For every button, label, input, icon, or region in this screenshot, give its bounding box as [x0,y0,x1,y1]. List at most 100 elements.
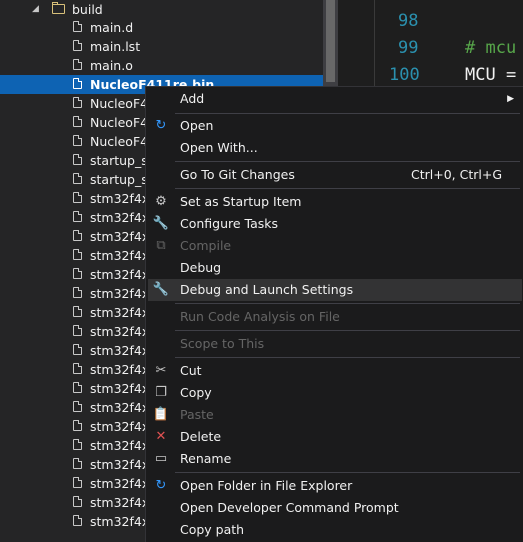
menu-item-copy-path[interactable]: Copy path [148,519,522,541]
open-arrow-icon: ↻ [155,478,167,493]
tree-folder-build[interactable]: ◢ build [0,0,323,19]
menu-label: Copy [180,385,212,400]
compile-icon: ⧉ [156,238,166,253]
menu-item-copy[interactable]: ❐ Copy [148,382,522,404]
menu-label: Open Folder in File Explorer [180,478,353,493]
menu-separator [175,357,520,358]
file-icon [73,420,82,431]
file-icon [73,515,82,526]
file-label: stm32f4x [90,286,150,301]
menu-item-debug-launch-settings[interactable]: 🔧 Debug and Launch Settings [148,279,522,301]
menu-item-scope-to-this[interactable]: Scope to This [148,333,522,355]
menu-label: Debug and Launch Settings [180,282,354,297]
menu-item-open-with[interactable]: Open With... [148,137,522,159]
menu-item-code-analysis[interactable]: Run Code Analysis on File [148,306,522,328]
code-line[interactable]: 100 MCU = [338,62,523,88]
menu-label: Paste [180,407,214,422]
wrench-icon: 🔧 [152,216,170,231]
menu-separator [175,303,520,304]
file-icon [73,230,82,241]
file-label: stm32f4x [90,476,150,491]
file-icon [73,382,82,393]
menu-label: Open [180,118,214,133]
file-label: stm32f4x [90,248,150,263]
file-icon [73,249,82,260]
file-label: stm32f4x [90,495,150,510]
line-number: 100 [389,65,420,85]
file-label: stm32f4x [90,191,150,206]
file-label: stm32f4x [90,514,150,529]
open-arrow-icon: ↻ [155,118,167,133]
file-icon [73,135,82,146]
file-icon [73,211,82,222]
file-label: stm32f4x [90,229,150,244]
tree-file-item[interactable]: main.d [0,18,323,37]
file-icon [73,40,82,51]
menu-item-rename[interactable]: ▭ Rename [148,448,522,470]
line-number: 99 [398,38,419,58]
menu-label: Set as Startup Item [180,194,302,209]
file-icon [73,344,82,355]
menu-label: Rename [180,451,232,466]
file-label: main.d [90,20,134,35]
gear-icon: ⚙ [155,194,167,209]
menu-item-configure-tasks[interactable]: 🔧 Configure Tasks [148,213,522,235]
file-icon [73,154,82,165]
menu-label: Debug [180,260,222,275]
expand-arrow-icon[interactable]: ◢ [32,3,39,15]
file-label: stm32f4x [90,267,150,282]
menu-shortcut: Ctrl+0, Ctrl+G [410,167,502,182]
file-label: stm32f4x [90,362,150,377]
tree-file-item[interactable]: main.o [0,56,323,75]
code-line[interactable]: 98 [338,8,523,34]
file-icon [73,116,82,127]
file-icon [73,306,82,317]
menu-label: Configure Tasks [180,216,279,231]
submenu-arrow-icon: ▶ [507,94,514,104]
file-icon [73,192,82,203]
file-label: startup_st [90,172,153,187]
rename-icon: ▭ [154,451,168,466]
menu-separator [175,472,520,473]
menu-label: Open Developer Command Prompt [180,500,399,515]
scrollbar-thumb[interactable] [326,0,335,82]
menu-separator [175,188,520,189]
file-icon [73,477,82,488]
file-label: stm32f4x [90,324,150,339]
menu-item-paste[interactable]: 📋 Paste [148,404,522,426]
file-label: stm32f4x [90,419,150,434]
file-icon [73,97,82,108]
menu-label: Open With... [180,140,258,155]
wrench-icon: 🔧 [152,282,170,297]
menu-item-delete[interactable]: ✕ Delete [148,426,522,448]
folder-icon [52,2,65,14]
file-label: stm32f4x [90,210,150,225]
menu-label: Scope to This [180,336,265,351]
code-line[interactable]: 99 # mcu [338,35,523,61]
file-label: NucleoF4 [90,96,149,111]
menu-label: Run Code Analysis on File [180,309,340,324]
menu-item-add[interactable]: Add ▶ [148,88,522,110]
paste-icon: 📋 [152,407,170,422]
menu-item-startup-item[interactable]: ⚙ Set as Startup Item [148,191,522,213]
file-icon [73,496,82,507]
menu-label: Copy path [180,522,245,537]
menu-item-developer-prompt[interactable]: Open Developer Command Prompt [148,497,522,519]
copy-icon: ❐ [155,385,167,400]
menu-item-git-changes[interactable]: Go To Git Changes Ctrl+0, Ctrl+G [148,164,522,186]
scissors-icon: ✂ [155,363,167,378]
menu-separator [175,113,520,114]
menu-label: Add [180,91,205,106]
menu-item-open-folder[interactable]: ↻ Open Folder in File Explorer [148,475,522,497]
menu-label: Cut [180,363,202,378]
menu-separator [175,161,520,162]
folder-label: build [72,2,103,17]
menu-item-compile[interactable]: ⧉ Compile [148,235,522,257]
menu-item-cut[interactable]: ✂ Cut [148,360,522,382]
file-label: main.lst [90,39,141,54]
file-icon [73,287,82,298]
menu-item-open[interactable]: ↻ Open [148,115,522,137]
tree-file-item[interactable]: main.lst [0,37,323,56]
menu-label: Compile [180,238,232,253]
menu-item-debug[interactable]: Debug [148,257,522,279]
